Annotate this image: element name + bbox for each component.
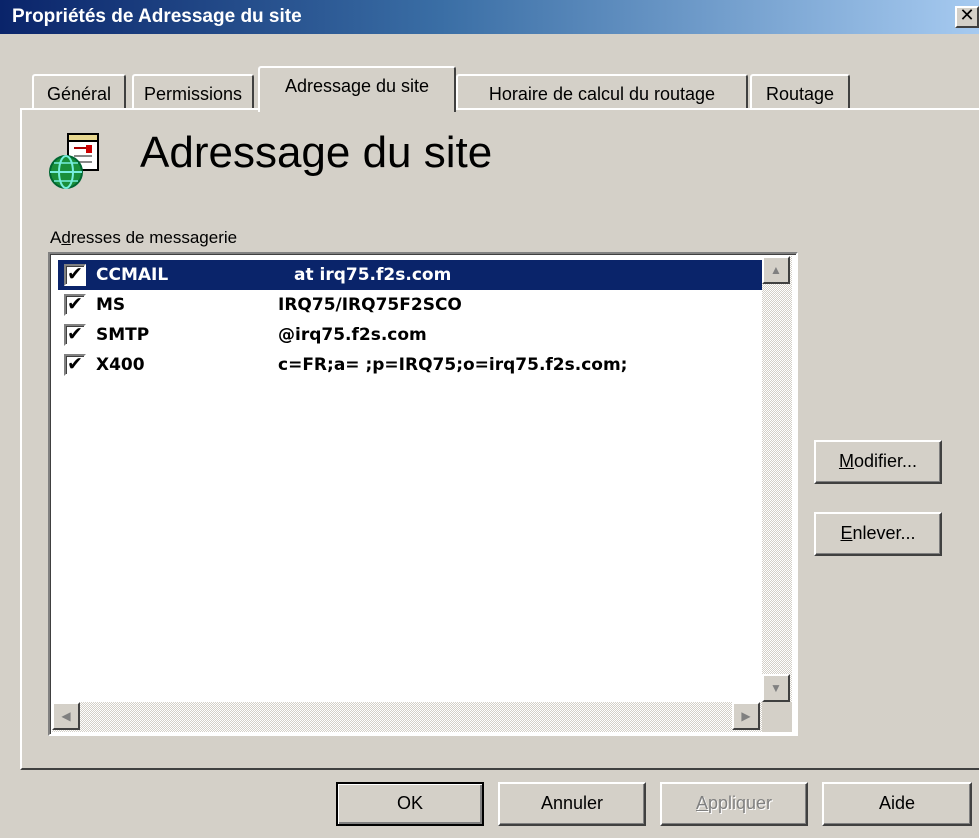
arrow-right-icon: ▶: [741, 709, 751, 723]
address-value: c=FR;a= ;p=IRQ75;o=irq75.f2s.com;: [278, 355, 628, 375]
site-addressing-icon: [46, 130, 108, 192]
modify-button-label: Modifier...: [838, 451, 918, 471]
ok-button[interactable]: OK: [336, 782, 484, 826]
page-title: Adressage du site: [140, 128, 493, 177]
checkbox[interactable]: ✔: [64, 354, 86, 376]
cancel-button-label: Annuler: [540, 793, 604, 813]
checkmark-icon: ✔: [67, 293, 83, 315]
tab-general[interactable]: Général: [32, 74, 126, 110]
help-button[interactable]: Aide: [822, 782, 972, 826]
cancel-button[interactable]: Annuler: [498, 782, 646, 826]
apply-button[interactable]: Appliquer: [660, 782, 808, 826]
tab-label: Général: [46, 84, 112, 104]
window-title: Propriétés de Adressage du site: [12, 6, 302, 27]
modify-button[interactable]: Modifier...: [814, 440, 942, 484]
close-button[interactable]: ✕: [955, 6, 979, 28]
checkmark-icon: ✔: [67, 263, 83, 285]
tab-routing[interactable]: Routage: [750, 74, 850, 110]
checkmark-icon: ✔: [67, 323, 83, 345]
scroll-right-button[interactable]: ▶: [732, 702, 760, 730]
tab-label: Adressage du site: [284, 76, 430, 96]
tab-permissions[interactable]: Permissions: [132, 74, 254, 110]
arrow-up-icon: ▲: [770, 263, 782, 277]
scroll-left-button[interactable]: ◀: [52, 702, 80, 730]
tab-label: Routage: [765, 84, 835, 104]
remove-button-label: Enlever...: [840, 523, 916, 543]
tab-label: Permissions: [143, 84, 243, 104]
tab-site-addressing[interactable]: Adressage du site: [258, 66, 456, 112]
address-value: IRQ75/IRQ75F2SCO: [278, 295, 462, 315]
help-button-label: Aide: [878, 793, 916, 813]
addresses-label-text: Adresses de messagerie: [50, 228, 238, 247]
address-type: CCMAIL: [96, 265, 169, 285]
scroll-down-button[interactable]: ▼: [762, 674, 790, 702]
arrow-down-icon: ▼: [770, 681, 782, 695]
address-type: MS: [96, 295, 126, 315]
horizontal-scrollbar[interactable]: ◀ ▶: [52, 702, 764, 732]
list-item[interactable]: ✔ SMTP @irq75.f2s.com: [58, 320, 762, 350]
vertical-scrollbar[interactable]: ▲ ▼: [762, 256, 792, 708]
address-value: at irq75.f2s.com: [294, 265, 452, 285]
checkbox[interactable]: ✔: [64, 324, 86, 346]
apply-button-label: Appliquer: [695, 793, 773, 813]
scroll-up-button[interactable]: ▲: [762, 256, 790, 284]
addresses-label: Adresses de messagerie: [50, 228, 237, 248]
close-icon: ✕: [959, 5, 975, 26]
tab-label: Horaire de calcul du routage: [488, 84, 716, 104]
address-type: SMTP: [96, 325, 150, 345]
ok-button-label: OK: [396, 793, 423, 813]
window-titlebar[interactable]: Propriétés de Adressage du site ✕: [0, 0, 979, 34]
list-item[interactable]: ✔ MS IRQ75/IRQ75F2SCO: [58, 290, 762, 320]
scrollbar-corner: [762, 702, 792, 732]
address-value: @irq75.f2s.com: [278, 325, 427, 345]
checkbox[interactable]: ✔: [64, 294, 86, 316]
arrow-left-icon: ◀: [61, 709, 71, 723]
checkbox[interactable]: ✔: [64, 264, 86, 286]
list-item[interactable]: ✔ CCMAIL at irq75.f2s.com: [58, 260, 762, 290]
list-item[interactable]: ✔ X400 c=FR;a= ;p=IRQ75;o=irq75.f2s.com;: [58, 350, 762, 380]
address-list[interactable]: ✔ CCMAIL at irq75.f2s.com ✔ MS IRQ75/IRQ…: [48, 252, 798, 736]
address-type: X400: [96, 355, 145, 375]
checkmark-icon: ✔: [67, 353, 83, 375]
tab-routing-schedule[interactable]: Horaire de calcul du routage: [456, 74, 748, 110]
remove-button[interactable]: Enlever...: [814, 512, 942, 556]
